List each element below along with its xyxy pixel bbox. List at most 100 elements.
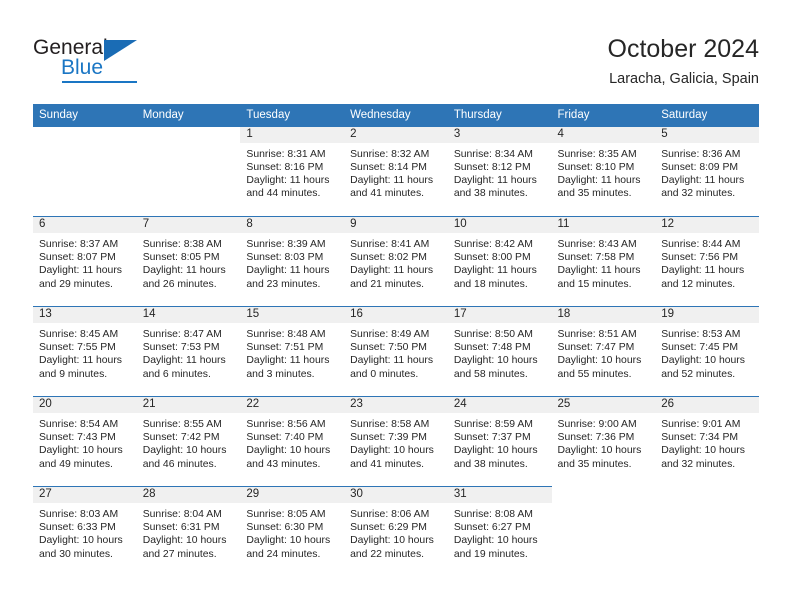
day-number [33, 127, 137, 143]
daylight-text: Daylight: 10 hours and 52 minutes. [661, 355, 745, 380]
sunrise-text: Sunrise: 8:50 AM [453, 329, 533, 340]
calendar-body: 1 Sunrise: 8:31 AM Sunset: 8:16 PM Daylight… [33, 126, 759, 577]
day-details: Sunrise: 8:51 AM Sunset: 7:47 PM Daylight:… [552, 323, 656, 381]
calendar-day-cell[interactable]: 9 Sunrise: 8:41 AM Sunset: 8:02 PM Daylight… [344, 216, 448, 307]
sunrise-text: Sunrise: 8:58 AM [350, 419, 430, 430]
calendar-cell-empty [33, 126, 137, 217]
day-number: 27 [33, 487, 137, 503]
calendar-day-cell[interactable]: 2 Sunrise: 8:32 AM Sunset: 8:14 PM Daylight… [344, 126, 448, 217]
sunrise-text: Sunrise: 8:31 AM [246, 148, 326, 160]
day-details: Sunrise: 8:37 AM Sunset: 8:07 PM Daylight:… [33, 233, 137, 291]
day-details: Sunrise: 8:49 AM Sunset: 7:50 PM Daylight:… [344, 323, 448, 381]
sunrise-text: Sunrise: 8:37 AM [39, 239, 119, 250]
day-number: 28 [136, 487, 241, 503]
calendar-day-cell[interactable]: 23 Sunrise: 8:58 AM Sunset: 7:39 PM Dayligh… [344, 396, 448, 487]
sunrise-text: Sunrise: 8:47 AM [142, 329, 222, 340]
calendar-day-cell[interactable]: 1 Sunrise: 8:31 AM Sunset: 8:16 PM Daylight… [240, 126, 345, 217]
calendar-day-cell[interactable]: 19 Sunrise: 8:53 AM Sunset: 7:45 PM Dayligh… [655, 306, 759, 397]
calendar-day-cell[interactable]: 6 Sunrise: 8:37 AM Sunset: 8:07 PM Daylight… [33, 216, 137, 307]
calendar-day-cell[interactable]: 8 Sunrise: 8:39 AM Sunset: 8:03 PM Daylight… [240, 216, 345, 307]
day-details: Sunrise: 8:54 AM Sunset: 7:43 PM Daylight:… [33, 413, 137, 471]
calendar-day-cell[interactable]: 21 Sunrise: 8:55 AM Sunset: 7:42 PM Dayligh… [136, 396, 241, 487]
daylight-text: Daylight: 10 hours and 30 minutes. [39, 535, 123, 560]
sunset-text: Sunset: 7:34 PM [661, 432, 739, 444]
calendar-week-row: 20 Sunrise: 8:54 AM Sunset: 7:43 PM Dayligh… [33, 396, 759, 487]
calendar-day-cell[interactable]: 13 Sunrise: 8:45 AM Sunset: 7:55 PM Dayligh… [33, 306, 137, 397]
day-details: Sunrise: 8:48 AM Sunset: 7:51 PM Daylight:… [240, 323, 344, 381]
sunset-text: Sunset: 6:27 PM [453, 522, 531, 534]
calendar-day-cell[interactable]: 4 Sunrise: 8:35 AM Sunset: 8:10 PM Daylight… [551, 126, 656, 217]
logo-triangle-icon [104, 40, 137, 61]
calendar-day-cell[interactable]: 28 Sunrise: 8:04 AM Sunset: 6:31 PM Dayligh… [136, 486, 241, 576]
calendar-day-cell[interactable]: 10 Sunrise: 8:42 AM Sunset: 8:00 PM Dayligh… [447, 216, 552, 307]
calendar-cell-empty [552, 487, 656, 577]
calendar-day-cell[interactable]: 5 Sunrise: 8:36 AM Sunset: 8:09 PM Daylight… [655, 126, 759, 217]
calendar-day-cell[interactable]: 7 Sunrise: 8:38 AM Sunset: 8:05 PM Daylight… [136, 216, 241, 307]
daylight-text: Daylight: 11 hours and 38 minutes. [453, 174, 537, 200]
calendar-day-cell[interactable]: 17 Sunrise: 8:50 AM Sunset: 7:48 PM Dayligh… [447, 306, 552, 397]
day-number: 10 [447, 217, 552, 233]
calendar-day-cell[interactable]: 30 Sunrise: 8:06 AM Sunset: 6:29 PM Dayligh… [344, 486, 448, 576]
sunset-text: Sunset: 6:30 PM [246, 522, 324, 534]
calendar-table: Sunday Monday Tuesday Wednesday Thursday Frid… [33, 104, 759, 576]
day-details: Sunrise: 8:42 AM Sunset: 8:00 PM Daylight:… [448, 233, 552, 291]
daylight-text: Daylight: 11 hours and 32 minutes. [661, 174, 745, 200]
calendar-grid: Sunday Monday Tuesday Wednesday Thursday Frid… [33, 104, 759, 576]
daylight-text: Daylight: 11 hours and 15 minutes. [557, 265, 641, 290]
day-details: Sunrise: 8:06 AM Sunset: 6:29 PM Daylight:… [344, 503, 448, 561]
sunrise-text: Sunrise: 8:41 AM [350, 239, 430, 250]
calendar-day-cell[interactable]: 24 Sunrise: 8:59 AM Sunset: 7:37 PM Dayligh… [447, 396, 552, 487]
day-number: 19 [655, 307, 759, 323]
sunrise-text: Sunrise: 8:54 AM [39, 419, 119, 430]
sunrise-text: Sunrise: 8:49 AM [350, 329, 430, 340]
day-details: Sunrise: 8:50 AM Sunset: 7:48 PM Daylight:… [448, 323, 552, 381]
day-number [655, 487, 759, 503]
sunrise-text: Sunrise: 9:01 AM [661, 419, 741, 430]
day-details: Sunrise: 8:47 AM Sunset: 7:53 PM Daylight:… [137, 323, 241, 381]
sunset-text: Sunset: 8:05 PM [142, 252, 220, 264]
daylight-text: Daylight: 10 hours and 46 minutes. [142, 445, 227, 470]
daylight-text: Daylight: 11 hours and 12 minutes. [661, 265, 745, 290]
daylight-text: Daylight: 11 hours and 21 minutes. [350, 265, 434, 290]
calendar-day-cell[interactable]: 26 Sunrise: 9:01 AM Sunset: 7:34 PM Dayligh… [655, 396, 759, 487]
calendar-cell-empty [136, 126, 241, 217]
daylight-text: Daylight: 10 hours and 32 minutes. [661, 445, 745, 470]
calendar-day-cell[interactable]: 16 Sunrise: 8:49 AM Sunset: 7:50 PM Dayligh… [344, 306, 448, 397]
sunrise-text: Sunrise: 8:42 AM [453, 239, 533, 250]
calendar-day-cell[interactable]: 20 Sunrise: 8:54 AM Sunset: 7:43 PM Dayligh… [33, 396, 137, 487]
sunset-text: Sunset: 7:55 PM [39, 342, 116, 354]
sunrise-text: Sunrise: 8:34 AM [453, 148, 533, 160]
weekday-header-saturday: Saturday [655, 104, 759, 127]
sunrise-text: Sunrise: 8:06 AM [350, 509, 430, 520]
calendar-day-cell[interactable]: 12 Sunrise: 8:44 AM Sunset: 7:56 PM Dayligh… [655, 216, 759, 307]
calendar-day-cell[interactable]: 11 Sunrise: 8:43 AM Sunset: 7:58 PM Dayligh… [551, 216, 656, 307]
calendar-day-cell[interactable]: 14 Sunrise: 8:47 AM Sunset: 7:53 PM Dayligh… [136, 306, 241, 397]
day-details: Sunrise: 8:53 AM Sunset: 7:45 PM Daylight:… [655, 323, 759, 381]
daylight-text: Daylight: 10 hours and 22 minutes. [350, 535, 434, 560]
calendar-day-cell[interactable]: 18 Sunrise: 8:51 AM Sunset: 7:47 PM Dayligh… [551, 306, 656, 397]
calendar-day-cell[interactable]: 31 Sunrise: 8:08 AM Sunset: 6:27 PM Dayligh… [447, 486, 552, 576]
calendar-day-cell[interactable]: 22 Sunrise: 8:56 AM Sunset: 7:40 PM Dayligh… [240, 396, 345, 487]
page-header: General Blue October 2024 Laracha, Galic… [0, 0, 792, 100]
calendar-day-cell[interactable]: 29 Sunrise: 8:05 AM Sunset: 6:30 PM Dayligh… [240, 486, 345, 576]
daylight-text: Daylight: 11 hours and 44 minutes. [246, 174, 330, 200]
calendar-day-cell[interactable]: 25 Sunrise: 9:00 AM Sunset: 7:36 PM Dayligh… [551, 396, 656, 487]
day-details: Sunrise: 8:36 AM Sunset: 8:09 PM Daylight:… [655, 143, 759, 201]
sunset-text: Sunset: 7:51 PM [246, 342, 324, 354]
day-number: 18 [551, 307, 656, 323]
day-number: 17 [447, 307, 552, 323]
sunrise-text: Sunrise: 8:32 AM [350, 148, 430, 160]
calendar-day-cell[interactable]: 3 Sunrise: 8:34 AM Sunset: 8:12 PM Daylight… [447, 126, 552, 217]
daylight-text: Daylight: 11 hours and 18 minutes. [453, 265, 537, 290]
calendar-day-cell[interactable]: 15 Sunrise: 8:48 AM Sunset: 7:51 PM Dayligh… [240, 306, 345, 397]
daylight-text: Daylight: 10 hours and 43 minutes. [246, 445, 331, 470]
day-details: Sunrise: 8:43 AM Sunset: 7:58 PM Daylight:… [552, 233, 656, 291]
sunrise-text: Sunrise: 8:36 AM [661, 148, 741, 160]
daylight-text: Daylight: 11 hours and 9 minutes. [39, 355, 122, 380]
sunset-text: Sunset: 8:02 PM [350, 252, 427, 264]
sunset-text: Sunset: 8:00 PM [453, 252, 531, 264]
daylight-text: Daylight: 11 hours and 3 minutes. [246, 355, 330, 380]
daylight-text: Daylight: 10 hours and 41 minutes. [350, 445, 434, 470]
calendar-day-cell[interactable]: 27 Sunrise: 8:03 AM Sunset: 6:33 PM Dayligh… [33, 486, 137, 576]
day-number: 2 [344, 126, 448, 143]
